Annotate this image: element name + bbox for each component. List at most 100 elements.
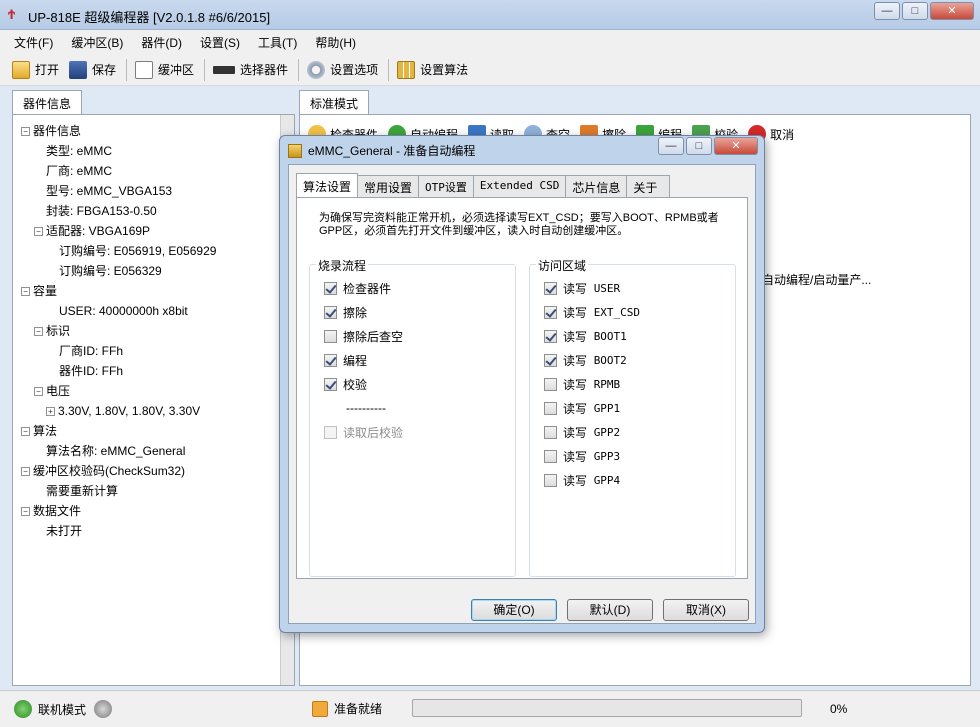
tree-node[interactable]: − 电压 — [34, 381, 70, 401]
tree-node-label: 电压 — [46, 384, 71, 398]
algorithm-button[interactable]: 设置算法 — [397, 60, 468, 79]
dialog-minimize-button[interactable]: — — [658, 137, 684, 155]
tree-node[interactable]: − 缓冲区校验码(CheckSum32) — [21, 461, 185, 481]
menu-device[interactable]: 器件(D) — [141, 34, 182, 51]
tree-node: 厂商ID: FFh — [59, 341, 123, 361]
area-code: EXT_CSD — [593, 305, 641, 319]
close-button[interactable]: ✕ — [930, 2, 974, 20]
tree-node: USER: 40000000h x8bit — [59, 301, 188, 321]
checkbox-icon — [324, 353, 337, 367]
speaker-icon[interactable] — [94, 700, 113, 718]
tab-chip-info[interactable]: 芯片信息 — [565, 175, 628, 197]
tree-node[interactable]: − 器件信息 — [21, 121, 81, 141]
area-code: GPP1 — [593, 401, 621, 415]
tree-node[interactable]: − 适配器: VBGA169P — [34, 221, 150, 241]
tree-node: 型号: eMMC_VBGA153 — [46, 181, 172, 201]
blank-after-erase-checkbox[interactable]: 擦除后查空 — [324, 327, 403, 345]
menu-bar: 文件(F) 缓冲区(B) 器件(D) 设置(S) 工具(T) 帮助(H) — [0, 30, 980, 54]
checkbox-label: 检查器件 — [343, 281, 392, 296]
app-icon: Ϯ — [8, 6, 16, 22]
check-device-checkbox[interactable]: 检查器件 — [324, 279, 391, 297]
area-boot1-checkbox[interactable]: 读写 BOOT1 — [544, 327, 627, 345]
collapse-icon[interactable]: − — [21, 427, 30, 436]
open-label: 打开 — [35, 63, 60, 77]
area-code: RPMB — [593, 377, 621, 391]
menu-settings[interactable]: 设置(S) — [200, 34, 240, 51]
collapse-icon[interactable]: − — [21, 127, 30, 136]
area-user-checkbox[interactable]: 读写 USER — [544, 279, 620, 297]
device-info-panel: 器件信息 − 器件信息 类型: eMMC 厂商: eMMC 型号: eMMC_VB… — [12, 90, 295, 686]
cancel-button[interactable]: 取消(X) — [663, 599, 749, 621]
tree-node[interactable]: − 算法 — [21, 421, 57, 441]
tree-node-label: 型号: eMMC_VBGA153 — [46, 184, 173, 198]
collapse-icon[interactable]: − — [21, 467, 30, 476]
area-ext-csd-checkbox[interactable]: 读写 EXT_CSD — [544, 303, 640, 321]
tab-common-settings[interactable]: 常用设置 — [357, 175, 420, 197]
tab-algorithm-settings[interactable]: 算法设置 — [296, 173, 359, 197]
access-area-title: 访问区域 — [536, 257, 589, 274]
tab-device-info[interactable]: 器件信息 — [12, 90, 83, 114]
area-code: USER — [593, 281, 621, 295]
program-checkbox[interactable]: 编程 — [324, 351, 367, 369]
access-area-group: 访问区域 读写 USER 读写 EXT_CSD 读写 BOOT1 读写 BOOT… — [529, 257, 736, 577]
tab-extended-csd[interactable]: Extended CSD — [472, 175, 567, 197]
progress-percent: 0% — [830, 702, 848, 716]
tree-node: 类型: eMMC — [46, 141, 112, 161]
tab-standard-mode[interactable]: 标准模式 — [299, 90, 370, 114]
dialog-app-icon — [288, 143, 302, 158]
checkbox-icon — [324, 281, 337, 295]
collapse-icon[interactable]: − — [34, 327, 43, 336]
tree-node: 器件ID: FFh — [59, 361, 123, 381]
settings-button[interactable]: 设置选项 — [307, 60, 378, 79]
checkbox-label: 读写 — [563, 425, 588, 440]
area-gpp1-checkbox[interactable]: 读写 GPP1 — [544, 399, 620, 417]
erase-checkbox[interactable]: 擦除 — [324, 303, 367, 321]
area-boot2-checkbox[interactable]: 读写 BOOT2 — [544, 351, 627, 369]
tab-otp-settings[interactable]: OTP设置 — [418, 175, 474, 197]
checkbox-icon — [324, 377, 337, 391]
area-rpmb-checkbox[interactable]: 读写 RPMB — [544, 375, 620, 393]
minimize-button[interactable]: — — [874, 2, 900, 20]
buffer-button[interactable]: 缓冲区 — [135, 60, 194, 79]
collapse-icon[interactable]: − — [34, 387, 43, 396]
area-gpp4-checkbox[interactable]: 读写 GPP4 — [544, 471, 620, 489]
select-device-button[interactable]: 选择器件 — [213, 61, 288, 78]
verify-checkbox[interactable]: 校验 — [324, 375, 367, 393]
area-gpp3-checkbox[interactable]: 读写 GPP3 — [544, 447, 620, 465]
default-button[interactable]: 默认(D) — [567, 599, 653, 621]
tree-node-label: 厂商ID: FFh — [59, 344, 124, 358]
window-controls: — □ ✕ — [874, 2, 974, 20]
collapse-icon[interactable]: − — [21, 507, 30, 516]
tree-node[interactable]: − 数据文件 — [21, 501, 81, 521]
dialog-title: eMMC_General - 准备自动编程 — [308, 144, 476, 158]
maximize-button[interactable]: □ — [902, 2, 928, 20]
menu-file[interactable]: 文件(F) — [14, 34, 53, 51]
title-bar: Ϯ UP-818E 超级编程器 [V2.0.1.8 #6/6/2015] — □… — [0, 0, 980, 30]
checkbox-icon — [324, 329, 337, 343]
collapse-icon[interactable]: − — [34, 227, 43, 236]
expand-icon[interactable]: + — [46, 407, 55, 416]
checkbox-label: 擦除后查空 — [343, 329, 404, 344]
checkbox-label: 读写 — [563, 377, 588, 392]
menu-buffer[interactable]: 缓冲区(B) — [71, 34, 123, 51]
area-gpp2-checkbox[interactable]: 读写 GPP2 — [544, 423, 620, 441]
tab-about[interactable]: 关于 — [626, 175, 671, 197]
flow-separator: ---------- — [346, 401, 386, 415]
tree-node[interactable]: +3.30V, 1.80V, 1.80V, 3.30V — [46, 401, 200, 421]
open-button[interactable]: 打开 — [12, 60, 60, 79]
dialog-maximize-button[interactable]: □ — [686, 137, 712, 155]
tree-node[interactable]: − 容量 — [21, 281, 57, 301]
menu-help[interactable]: 帮助(H) — [315, 34, 356, 51]
save-button[interactable]: 保存 — [69, 60, 116, 79]
checkbox-icon — [544, 305, 557, 319]
dialog-close-button[interactable]: ✕ — [714, 137, 758, 155]
ok-button[interactable]: 确定(O) — [471, 599, 557, 621]
ext-csd-note: 为确保写完资料能正常开机，必须选择读写EXT_CSD；要写入BOOT、RPMB或… — [319, 212, 719, 237]
select-device-label: 选择器件 — [240, 63, 289, 77]
status-bar: 联机模式 准备就绪 0% — [0, 690, 980, 727]
tree-node-label: 厂商: eMMC — [46, 164, 113, 178]
tree-node[interactable]: − 标识 — [34, 321, 70, 341]
menu-tools[interactable]: 工具(T) — [258, 34, 297, 51]
collapse-icon[interactable]: − — [21, 287, 30, 296]
checkbox-label: 读写 — [563, 353, 588, 368]
